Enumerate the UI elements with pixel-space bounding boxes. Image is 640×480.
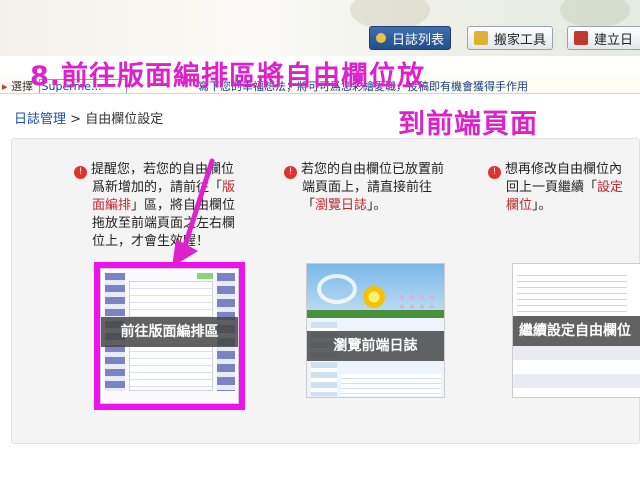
- breadcrumb: 日誌管理 > 自由欄位設定: [14, 108, 163, 127]
- flower-icon: [363, 286, 385, 308]
- layout-link[interactable]: 面編排: [92, 198, 131, 213]
- play-icon: [376, 33, 386, 43]
- info-icon: !: [74, 166, 87, 179]
- page-root: 日誌列表 搬家工具 建立日 ▸ 選擇 Superme... 寫下您的幸福想法；將…: [0, 0, 640, 480]
- note-text: 若您的自由欄位已放置前: [301, 162, 445, 177]
- browse-card-caption: 瀏覽前端日誌: [307, 331, 444, 361]
- truck-icon: [474, 31, 488, 45]
- pointer-arrow-icon: [172, 158, 215, 267]
- info-icon: !: [488, 166, 501, 179]
- info-icon: !: [284, 166, 297, 179]
- settings-link[interactable]: 設定: [597, 180, 623, 195]
- note-browse: ! 若您的自由欄位已放置前 端頁面上，請直接前往 「瀏覽日誌」。: [284, 161, 474, 215]
- moving-tool-button[interactable]: 搬家工具: [467, 26, 554, 50]
- tutorial-heading: 8.前往版面編排區將自由欄位放: [30, 61, 426, 92]
- create-label: 建立日: [594, 32, 634, 48]
- moving-tool-label: 搬家工具: [494, 32, 547, 48]
- note-text: 端頁面上，請直接前往: [302, 180, 433, 195]
- diary-list-button[interactable]: 日誌列表: [369, 26, 452, 50]
- book-icon: [574, 31, 588, 45]
- tutorial-heading-line2: 到前端頁面: [398, 109, 538, 140]
- browse-preview-body: [341, 374, 441, 396]
- browse-preview-grass: [307, 310, 444, 318]
- diary-list-label: 日誌列表: [392, 32, 445, 48]
- highlight-box: [94, 262, 245, 410]
- continue-preview-list: [517, 270, 627, 314]
- breadcrumb-current: 自由欄位設定: [85, 112, 164, 127]
- browse-preview-logo: [317, 274, 357, 304]
- breadcrumb-separator: >: [66, 112, 86, 127]
- browse-card[interactable]: 瀏覽前端日誌: [306, 263, 445, 398]
- breadcrumb-diary-manage[interactable]: 日誌管理: [14, 112, 66, 127]
- note-continue: ! 想再修改自由欄位內 回上一頁繼續「設定 欄位」。: [488, 161, 640, 215]
- banner-decoration: [560, 0, 630, 28]
- continue-preview-table: [513, 346, 640, 397]
- browse-preview-flowers: [397, 292, 437, 308]
- continue-card-caption: 繼續設定自由欄位: [513, 316, 640, 346]
- create-button[interactable]: 建立日: [567, 26, 640, 50]
- continue-card[interactable]: 繼續設定自由欄位: [512, 263, 640, 398]
- note-text: 想再修改自由欄位內: [505, 162, 623, 177]
- settings-link[interactable]: 欄位: [506, 198, 532, 213]
- browse-link[interactable]: 瀏覽日誌: [315, 198, 367, 213]
